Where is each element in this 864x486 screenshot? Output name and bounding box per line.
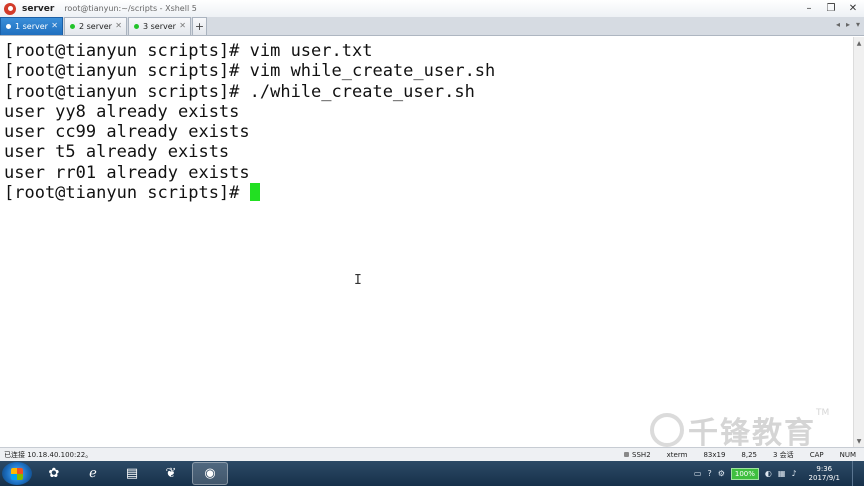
taskbar-xshell-icon[interactable]: ◉ — [192, 462, 228, 485]
tab-navigation: ◂ ▸ ▾ — [836, 20, 860, 29]
terminal-line: [root@tianyun scripts]# ./while_create_u… — [4, 81, 475, 102]
new-tab-button[interactable]: + — [192, 17, 207, 35]
tab-label: 2 server — [79, 22, 112, 31]
start-button[interactable] — [2, 462, 32, 485]
watermark-text: 千锋教育 — [688, 416, 816, 451]
terminal-line: [root@tianyun scripts]# vim while_create… — [4, 61, 496, 82]
tab-session-2[interactable]: 2 server ✕ — [64, 17, 127, 35]
tab-label: 3 server — [143, 22, 176, 31]
tray-volume-icon[interactable]: ♪ — [791, 469, 796, 478]
terminal-line: user yy8 already exists — [4, 101, 240, 122]
session-count: 3 会话 — [773, 450, 794, 459]
lock-icon — [624, 452, 630, 457]
tab-label: 1 server — [15, 22, 48, 31]
terminal-cursor — [249, 183, 260, 202]
tray-help-icon[interactable]: ? — [707, 469, 711, 478]
connected-status-icon — [6, 24, 11, 29]
minimize-button[interactable]: – — [798, 0, 820, 17]
tray-settings-icon[interactable]: ⚙ — [718, 469, 725, 478]
session-tab-bar: 1 server ✕ 2 server ✕ 3 server ✕ + ◂ ▸ ▾ — [0, 17, 864, 36]
protocol-status: SSH2 — [616, 451, 659, 459]
windows-taskbar: ✿ ℯ ▤ ❦ ◉ ▭ ? ⚙ 100% ◐ ▦ ♪ 9:36 2017/9/1 — [0, 461, 864, 486]
status-bar: 已连接 10.18.40.100:22。 SSH2 xterm 83x19 8,… — [0, 447, 864, 461]
watermark: 千锋教育 TM — [650, 408, 829, 452]
restore-button[interactable]: ❐ — [820, 0, 842, 17]
windows-logo-icon — [11, 467, 23, 480]
xshell-app-icon[interactable] — [4, 2, 16, 15]
connection-status: 已连接 10.18.40.100:22。 — [4, 450, 93, 459]
terminal-output[interactable]: [root@tianyun scripts]# vim user.txt [ro… — [0, 37, 853, 447]
tray-network-icon[interactable]: ▦ — [778, 469, 786, 478]
terminal-type: xterm — [666, 450, 688, 459]
taskbar-ie-icon[interactable]: ℯ — [75, 462, 111, 485]
protocol-label: SSH2 — [632, 450, 651, 459]
tab-session-3[interactable]: 3 server ✕ — [128, 17, 191, 35]
text-ibeam-cursor-icon: I — [354, 273, 362, 288]
tray-media-icon[interactable]: ◐ — [765, 469, 772, 478]
connected-status-icon — [70, 24, 75, 29]
terminal-prompt: [root@tianyun scripts]# — [4, 183, 250, 204]
window-controls: – ❐ ✕ — [798, 0, 864, 17]
clock-date: 2017/9/1 — [808, 473, 840, 482]
terminal-line: [root@tianyun scripts]# vim user.txt — [4, 41, 373, 61]
connected-status-icon — [134, 24, 139, 29]
tab-next-icon[interactable]: ▸ — [846, 20, 850, 29]
window-title: root@tianyun:~/scripts - Xshell 5 — [64, 4, 197, 13]
tab-prev-icon[interactable]: ◂ — [836, 20, 840, 29]
battery-indicator[interactable]: 100% — [730, 467, 759, 480]
title-bar: server root@tianyun:~/scripts - Xshell 5… — [0, 0, 864, 17]
taskbar-app-color-icon[interactable]: ✿ — [36, 462, 72, 485]
terminal-prompt-line: [root@tianyun scripts]# — [4, 183, 849, 203]
show-desktop-button[interactable] — [852, 461, 860, 486]
window-app-name: server — [22, 3, 55, 14]
scroll-up-arrow-icon[interactable]: ▲ — [854, 37, 864, 49]
system-clock[interactable]: 9:36 2017/9/1 — [809, 465, 840, 483]
terminal-size: 83x19 — [703, 450, 726, 459]
terminal-scrollbar[interactable]: ▲ ▼ — [853, 37, 864, 447]
tab-close-icon[interactable]: ✕ — [51, 21, 58, 30]
tab-close-icon[interactable]: ✕ — [179, 21, 186, 30]
tab-close-icon[interactable]: ✕ — [115, 21, 122, 30]
terminal-line: user cc99 already exists — [4, 122, 250, 143]
num-lock-indicator: NUM — [839, 450, 856, 459]
tab-session-1[interactable]: 1 server ✕ — [0, 17, 63, 35]
cursor-position: 8,25 — [741, 450, 757, 459]
terminal-line: user rr01 already exists — [4, 162, 250, 183]
terminal-line: user t5 already exists — [4, 142, 230, 163]
watermark-tm: TM — [816, 408, 830, 418]
clock-time: 9:36 — [816, 464, 833, 473]
taskbar-explorer-icon[interactable]: ▤ — [114, 462, 150, 485]
watermark-logo-icon — [650, 413, 684, 447]
caps-lock-indicator: CAP — [809, 450, 824, 459]
scroll-down-arrow-icon[interactable]: ▼ — [854, 435, 864, 447]
tray-keyboard-icon[interactable]: ▭ — [694, 469, 702, 478]
taskbar-cherry-icon[interactable]: ❦ — [153, 462, 189, 485]
tab-list-icon[interactable]: ▾ — [856, 20, 860, 29]
close-button[interactable]: ✕ — [842, 0, 864, 17]
system-tray: ▭ ? ⚙ 100% ◐ ▦ ♪ 9:36 2017/9/1 — [694, 461, 864, 486]
